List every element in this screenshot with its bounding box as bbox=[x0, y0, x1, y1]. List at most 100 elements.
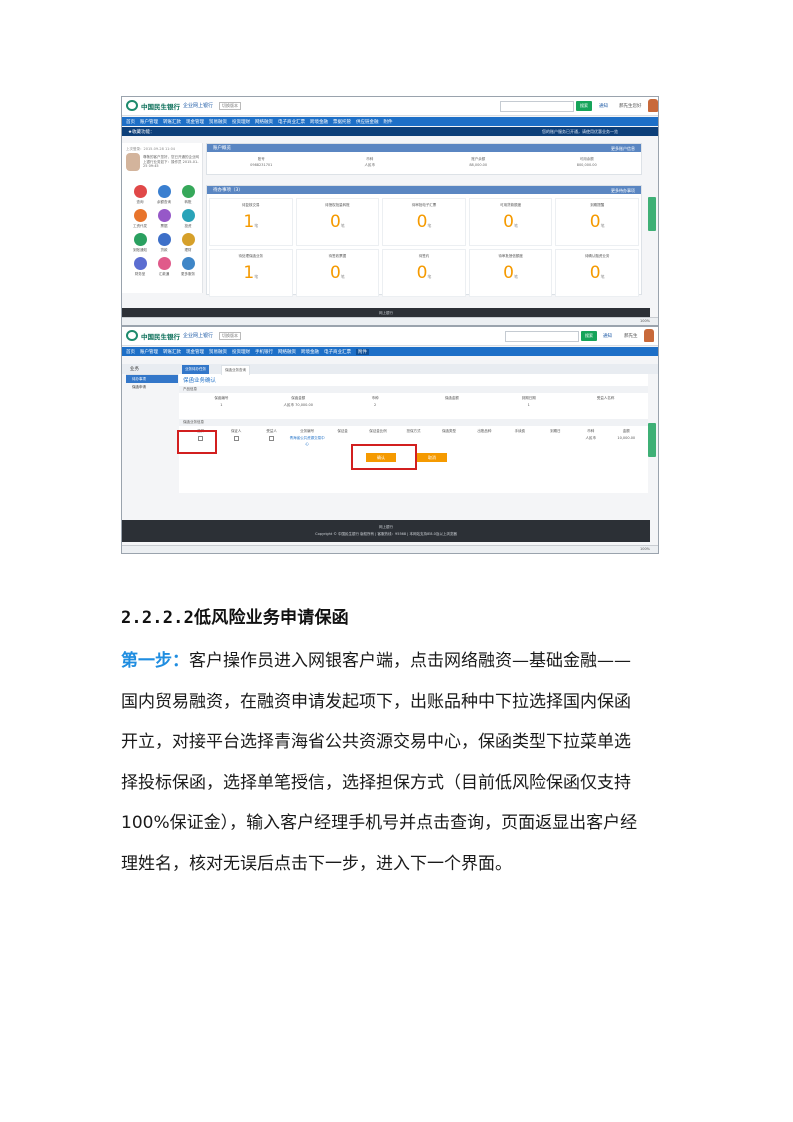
todo-stat-card[interactable]: 到期提醒 0笔 bbox=[555, 198, 639, 246]
todo-more-link[interactable]: 更多待办事项 bbox=[611, 188, 635, 194]
todo-stat-card[interactable]: 待确认融资业务 0笔 bbox=[555, 249, 639, 297]
nav-item[interactable]: 跨境金融 bbox=[310, 119, 328, 125]
quick-icon-label: 汇款通 bbox=[158, 272, 170, 276]
left-nav-item-apply[interactable]: 保函申请 bbox=[126, 383, 178, 391]
todo-stat-number: 0 bbox=[416, 212, 428, 232]
todo-stat-card[interactable]: 待签收票据 0笔 bbox=[295, 249, 380, 297]
row-checkbox[interactable] bbox=[254, 435, 289, 447]
row-checkbox[interactable] bbox=[218, 435, 253, 447]
grid-cell bbox=[502, 435, 537, 447]
quick-icon-item[interactable]: 查询 bbox=[128, 185, 152, 205]
nav-item[interactable]: 跨境金融 bbox=[301, 349, 319, 355]
quick-icon-item[interactable]: 财务室 bbox=[128, 257, 152, 277]
search-button[interactable]: 搜索 bbox=[576, 101, 592, 111]
nav-item[interactable]: 转账汇款 bbox=[163, 119, 181, 125]
nav-item[interactable]: 首页 bbox=[126, 119, 135, 125]
online-service-tab[interactable] bbox=[648, 197, 656, 231]
quick-service-icon bbox=[181, 185, 195, 198]
quick-icon-item[interactable]: 转账 bbox=[176, 185, 200, 205]
nav-item[interactable]: 投资理财 bbox=[232, 119, 250, 125]
account-value: 0988231701 bbox=[250, 163, 273, 167]
nav-item[interactable]: 贸易融资 bbox=[209, 119, 227, 125]
search-button[interactable]: 搜索 bbox=[581, 331, 597, 341]
todo-stat-unit: 笔 bbox=[427, 274, 432, 279]
nav-item[interactable]: 现金管理 bbox=[186, 119, 204, 125]
version-badge[interactable]: 切换版本 bbox=[219, 331, 242, 340]
notice-text: 您的账户服务已开通，请使用优惠业务一览 bbox=[542, 129, 618, 134]
todo-stat-card[interactable]: 待审批授信额度 0笔 bbox=[468, 249, 553, 297]
todo-stat-unit: 笔 bbox=[514, 223, 518, 228]
online-service-tab[interactable] bbox=[648, 423, 656, 457]
notice-link[interactable]: 通知 bbox=[603, 333, 612, 339]
nav-item[interactable]: 账户管理 bbox=[140, 349, 158, 355]
nav-item[interactable]: 手机银行 bbox=[255, 349, 273, 355]
nav-item[interactable]: 票据托管 bbox=[333, 119, 351, 125]
zoom-level[interactable]: 100% bbox=[640, 547, 650, 551]
todo-stat-card[interactable]: 待授权批量转账 0笔 bbox=[295, 198, 380, 246]
nav-item[interactable]: 网络融资 bbox=[278, 349, 296, 355]
quick-icon-item[interactable]: 理财 bbox=[176, 233, 200, 253]
bank-name: 中国民生银行 bbox=[141, 102, 180, 111]
todo-stat-card[interactable]: 待复核交易 1笔 bbox=[209, 198, 293, 246]
notice-link[interactable]: 通知 bbox=[599, 103, 608, 109]
tab-query[interactable]: 保函业务查询 bbox=[221, 365, 250, 375]
nav-item[interactable]: 转账汇款 bbox=[163, 349, 181, 355]
version-badge[interactable]: 切换版本 bbox=[219, 101, 242, 110]
grid-header: 保函编号 bbox=[214, 396, 229, 400]
grid-header: 保证金 bbox=[337, 429, 348, 433]
nav-item[interactable]: 电子商业汇票 bbox=[278, 119, 305, 125]
step-label: 第一步： bbox=[121, 651, 189, 671]
quick-icon-item[interactable]: 工资代发 bbox=[128, 209, 152, 229]
todo-stat-value: 1笔 bbox=[210, 264, 292, 286]
nav-item[interactable]: 网络融资 bbox=[255, 119, 273, 125]
nav-item[interactable]: 附件 bbox=[356, 348, 369, 355]
quick-icon-item[interactable]: 票据 bbox=[152, 209, 176, 229]
tab-todo[interactable]: 业务待办任务 bbox=[182, 365, 209, 374]
todo-panel-title: 待办事项（3） bbox=[213, 188, 243, 193]
left-nav-item-todo[interactable]: 待办事项 bbox=[126, 375, 178, 383]
nav-item[interactable]: 贸易融资 bbox=[209, 349, 227, 355]
grid-cell bbox=[567, 402, 644, 408]
cancel-button[interactable]: 取消 bbox=[417, 453, 447, 462]
zoom-level[interactable]: 100% bbox=[640, 319, 650, 323]
avatar bbox=[644, 329, 654, 342]
bank-header: 中国民生银行 企业网上银行 切换版本 搜索 通知 郝先生您好 bbox=[122, 97, 658, 116]
todo-stat-card[interactable]: 待处理保函业务 1笔 bbox=[209, 249, 293, 297]
nav-item[interactable]: 账户管理 bbox=[140, 119, 158, 125]
quick-icon-item[interactable]: 投资 bbox=[176, 209, 200, 229]
content-area: 业务待办任务 保函业务查询 保函业务确认 产品信息 保函编号 保函金额 币种 保函金额… bbox=[179, 365, 648, 493]
browser-status-bar: 100% bbox=[122, 317, 658, 325]
nav-item[interactable]: 投资理财 bbox=[232, 349, 250, 355]
search-input[interactable] bbox=[500, 101, 574, 112]
todo-stat-unit: 笔 bbox=[427, 223, 432, 228]
paragraph-line: 客户操作员进入网银客户端，点击网络融资—基础金融—— bbox=[189, 651, 631, 671]
favorites-label[interactable]: ★收藏功能： bbox=[128, 129, 155, 135]
nav-item[interactable]: 供应链金融 bbox=[356, 119, 379, 125]
search-input[interactable] bbox=[505, 331, 579, 342]
quick-icon-item[interactable]: 更多服务 bbox=[176, 257, 200, 277]
todo-stat-card[interactable]: 待审批电子汇票 0笔 bbox=[382, 198, 466, 246]
todo-stat-card[interactable]: 待签约 0笔 bbox=[382, 249, 466, 297]
quick-service-icon bbox=[157, 185, 171, 198]
bank-screenshot-guarantee: 中国民生银行 企业网上银行 切换版本 搜索 通知 郝先生 首页 账户管理 转账汇款现… bbox=[121, 326, 659, 554]
profile-panel: 上次登录：2015-09-28 11:04 尊敬的客户您好，您已开通的企业网上银… bbox=[122, 143, 203, 293]
paragraph-line: 开立，对接平台选择青海省公共资源交易中心，保函类型下拉菜单选 bbox=[121, 732, 631, 752]
confirm-button[interactable]: 确认 bbox=[366, 453, 396, 462]
quick-icon-item[interactable]: 汇款通 bbox=[152, 257, 176, 277]
quick-icon-label: 到账通知 bbox=[133, 248, 147, 252]
quick-icon-item[interactable]: 余额查询 bbox=[152, 185, 176, 205]
nav-item[interactable]: 电子商业汇票 bbox=[324, 349, 351, 355]
account-more-link[interactable]: 更多账户信息 bbox=[611, 146, 635, 152]
page-footer: 网上银行 bbox=[122, 308, 650, 317]
quick-icon-item[interactable]: 到账通知 bbox=[128, 233, 152, 253]
todo-stat-unit: 笔 bbox=[600, 223, 605, 228]
nav-item[interactable]: 现金管理 bbox=[186, 349, 204, 355]
nav-item[interactable]: 附件 bbox=[384, 119, 393, 125]
grid-header: 保函金额 bbox=[291, 396, 306, 400]
todo-stat-unit: 笔 bbox=[340, 223, 345, 228]
nav-item[interactable]: 首页 bbox=[126, 349, 135, 355]
quick-icon-item[interactable]: 贷款 bbox=[152, 233, 176, 253]
todo-stat-number: 0 bbox=[503, 212, 514, 232]
todo-stat-card[interactable]: 可用贷款额度 0笔 bbox=[468, 198, 553, 246]
left-nav-head: 业务 bbox=[126, 365, 178, 375]
